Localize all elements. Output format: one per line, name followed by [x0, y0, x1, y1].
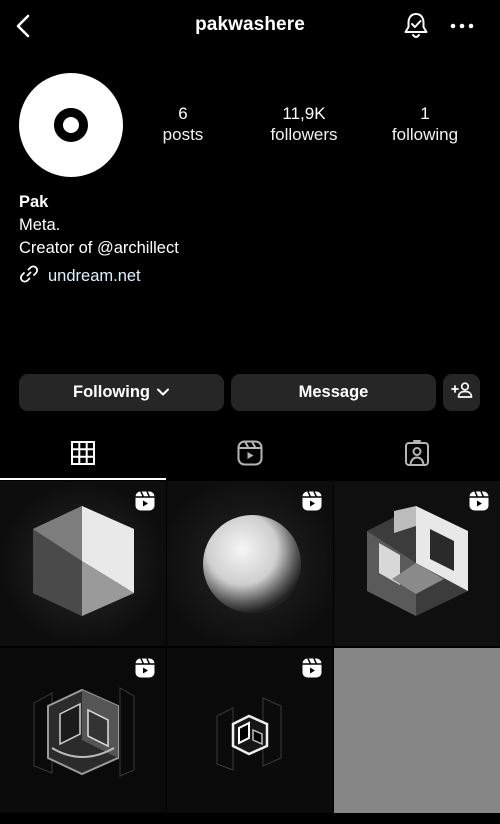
bio-line: Meta. [19, 216, 61, 234]
tab-reels[interactable] [167, 431, 333, 480]
profile-link[interactable]: undream.net [19, 264, 141, 289]
post-thumbnail[interactable] [167, 648, 333, 813]
suggest-people-button[interactable] [443, 374, 480, 411]
reels-icon [236, 439, 264, 472]
more-options-icon[interactable] [448, 14, 476, 38]
grid-icon [70, 440, 96, 471]
top-bar: pakwashere [0, 0, 500, 54]
bio: Pak Meta. Creator of @archillect [19, 191, 179, 260]
following-button[interactable]: Following [19, 374, 224, 411]
post-thumbnail[interactable] [167, 481, 333, 646]
reel-badge-icon [468, 490, 490, 512]
reel-badge-icon [301, 657, 323, 679]
add-person-icon [450, 381, 473, 404]
profile-tabs [0, 431, 500, 480]
reel-badge-icon [134, 657, 156, 679]
stat-label: following [391, 125, 459, 144]
reel-badge-icon [301, 490, 323, 512]
post-thumbnail[interactable] [0, 648, 166, 813]
stat-posts[interactable]: 6 posts [123, 104, 243, 146]
chevron-down-icon [156, 383, 170, 402]
notification-bell-icon[interactable] [401, 10, 431, 42]
message-label: Message [298, 383, 369, 401]
stat-value: 11,9K [282, 104, 326, 123]
tab-posts-grid[interactable] [0, 431, 166, 480]
tagged-icon [403, 439, 431, 472]
stat-following[interactable]: 1 following [365, 104, 485, 146]
empty-grid-cell [334, 648, 500, 813]
stat-value: 6 [178, 104, 188, 123]
tab-tagged[interactable] [334, 431, 500, 480]
link-text: undream.net [48, 267, 141, 285]
stat-label: posts [162, 125, 204, 144]
bio-line: Creator of @archillect [19, 239, 179, 257]
post-thumbnail[interactable] [334, 481, 500, 646]
avatar-ring-logo [54, 108, 88, 142]
link-icon [19, 264, 39, 289]
reel-badge-icon [134, 490, 156, 512]
profile-name: Pak [19, 193, 49, 211]
avatar[interactable] [19, 73, 123, 177]
stat-label: followers [270, 125, 338, 144]
stat-value: 1 [420, 104, 430, 123]
active-tab-indicator [0, 478, 166, 480]
stat-followers[interactable]: 11,9K followers [244, 104, 364, 146]
following-label: Following [73, 383, 150, 401]
profile-page: pakwashere 6 posts 11,9K followers 1 fol… [0, 0, 500, 824]
message-button[interactable]: Message [231, 374, 436, 411]
post-thumbnail[interactable] [0, 481, 166, 646]
